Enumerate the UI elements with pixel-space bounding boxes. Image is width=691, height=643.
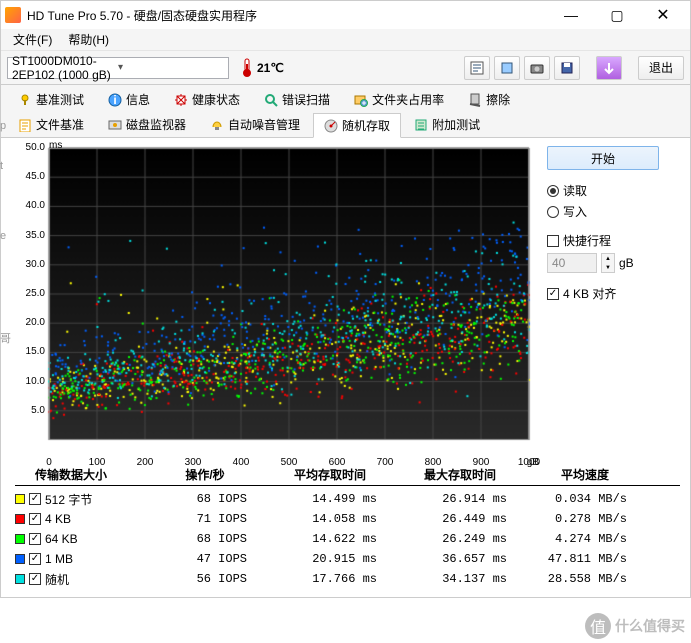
tab-icon xyxy=(264,93,278,107)
mode-radio-group: 读取 写入 xyxy=(547,182,659,220)
write-radio[interactable]: 写入 xyxy=(547,203,659,220)
temperature-display: 21℃ xyxy=(241,58,284,78)
tab-icon xyxy=(414,118,428,132)
series-color-swatch xyxy=(15,534,25,544)
side-panel: 开始 读取 写入 快捷行程 40 ▲▼ gB ✓4 KB 对齐 xyxy=(543,142,663,454)
menu-file[interactable]: 文件(F) xyxy=(5,31,60,48)
watermark: 值 什么值得买 xyxy=(585,613,685,639)
tab-2[interactable]: 健康状态 xyxy=(163,87,251,112)
series-color-swatch xyxy=(15,514,25,524)
tab-icon xyxy=(108,118,122,132)
tab-0[interactable]: 基准测试 xyxy=(7,87,95,112)
tab-bar: 基准测试i信息健康状态错误扫描文件夹占用率擦除 文件基准磁盘监视器自动噪音管理随… xyxy=(1,85,690,138)
radio-icon xyxy=(547,206,559,218)
tab-icon xyxy=(18,93,32,107)
maximize-button[interactable]: ▢ xyxy=(594,1,640,29)
tab-icon xyxy=(174,93,188,107)
app-icon xyxy=(5,7,21,23)
checkbox-checked-icon[interactable]: ✓ xyxy=(29,533,41,545)
chevron-down-icon: ▾ xyxy=(118,62,224,73)
drive-select[interactable]: ST1000DM010-2EP102 (1000 gB) ▾ xyxy=(7,57,229,79)
watermark-icon: 值 xyxy=(585,613,611,639)
edge-crop-p: p xyxy=(0,120,6,132)
table-row: ✓随机56 IOPS17.766 ms34.137 ms28.558 MB/s xyxy=(15,569,680,589)
latency-scatter-chart xyxy=(15,142,535,454)
table-header: 传输数据大小操作/秒平均存取时间最大存取时间平均速度 xyxy=(15,466,680,486)
x-axis-unit: gB xyxy=(527,457,539,468)
titlebar: HD Tune Pro 5.70 - 硬盘/固态硬盘实用程序 ― ▢ ✕ xyxy=(1,1,690,29)
tab-icon xyxy=(18,118,32,132)
thermometer-icon xyxy=(241,58,253,78)
spinner-buttons: ▲▼ xyxy=(601,253,615,273)
tab2-2[interactable]: 自动噪音管理 xyxy=(199,112,311,137)
table-row: ✓512 字节68 IOPS14.499 ms26.914 ms0.034 MB… xyxy=(15,489,680,509)
tab-5[interactable]: 擦除 xyxy=(457,87,521,112)
series-color-swatch xyxy=(15,494,25,504)
read-radio[interactable]: 读取 xyxy=(547,182,659,199)
table-row: ✓64 KB68 IOPS14.622 ms26.249 ms4.274 MB/… xyxy=(15,529,680,549)
temperature-value: 21℃ xyxy=(257,61,284,75)
content-area: ms 5.010.015.020.025.030.035.040.045.050… xyxy=(1,138,690,462)
tab2-4[interactable]: 附加测试 xyxy=(403,112,491,137)
edge-crop-b: 哥 xyxy=(0,330,11,346)
watermark-text: 什么值得买 xyxy=(615,616,685,636)
edge-crop-e: e xyxy=(0,230,6,242)
menubar: 文件(F) 帮助(H) xyxy=(1,29,690,51)
drive-select-value: ST1000DM010-2EP102 (1000 gB) xyxy=(12,54,118,82)
tab-icon: i xyxy=(108,93,122,107)
copy-info-button[interactable] xyxy=(464,56,490,80)
edge-crop-t: t xyxy=(0,160,3,172)
tab2-1[interactable]: 磁盘监视器 xyxy=(97,112,197,137)
toolbar: ST1000DM010-2EP102 (1000 gB) ▾ 21℃ 退出 xyxy=(1,51,690,85)
checkbox-checked-icon[interactable]: ✓ xyxy=(29,573,41,585)
chart-area: ms 5.010.015.020.025.030.035.040.045.050… xyxy=(15,142,535,454)
tab-icon xyxy=(324,119,338,133)
start-button[interactable]: 开始 xyxy=(547,146,659,170)
close-button[interactable]: ✕ xyxy=(640,1,686,29)
options-button[interactable] xyxy=(596,56,622,80)
checkbox-checked-icon[interactable]: ✓ xyxy=(29,553,41,565)
app-window: HD Tune Pro 5.70 - 硬盘/固态硬盘实用程序 ― ▢ ✕ 文件(… xyxy=(0,0,691,598)
series-color-swatch xyxy=(15,574,25,584)
series-color-swatch xyxy=(15,554,25,564)
tab-3[interactable]: 错误扫描 xyxy=(253,87,341,112)
results-table: 传输数据大小操作/秒平均存取时间最大存取时间平均速度 ✓512 字节68 IOP… xyxy=(15,466,680,589)
fast-checkbox[interactable]: 快捷行程 xyxy=(547,232,659,249)
tab-1[interactable]: i信息 xyxy=(97,87,161,112)
tab-icon xyxy=(354,93,368,107)
tab2-0[interactable]: 文件基准 xyxy=(7,112,95,137)
y-axis-unit: ms xyxy=(49,140,62,151)
minimize-button[interactable]: ― xyxy=(548,1,594,29)
fast-unit: gB xyxy=(619,256,634,270)
tab-icon xyxy=(210,118,224,132)
checkbox-checked-icon: ✓ xyxy=(547,288,559,300)
tab-icon xyxy=(468,93,482,107)
copy-screenshot-button[interactable] xyxy=(494,56,520,80)
align-checkbox[interactable]: ✓4 KB 对齐 xyxy=(547,285,659,302)
tab2-3[interactable]: 随机存取 xyxy=(313,113,401,138)
tab-4[interactable]: 文件夹占用率 xyxy=(343,87,455,112)
radio-selected-icon xyxy=(547,185,559,197)
checkbox-icon xyxy=(547,235,559,247)
fast-value-input: 40 xyxy=(547,253,597,273)
checkbox-checked-icon[interactable]: ✓ xyxy=(29,513,41,525)
table-row: ✓4 KB71 IOPS14.058 ms26.449 ms0.278 MB/s xyxy=(15,509,680,529)
menu-help[interactable]: 帮助(H) xyxy=(60,31,117,48)
screenshot-button[interactable] xyxy=(524,56,550,80)
save-button[interactable] xyxy=(554,56,580,80)
svg-text:i: i xyxy=(113,93,116,107)
checkbox-checked-icon[interactable]: ✓ xyxy=(29,493,41,505)
window-title: HD Tune Pro 5.70 - 硬盘/固态硬盘实用程序 xyxy=(27,7,548,24)
exit-button[interactable]: 退出 xyxy=(638,56,684,80)
table-row: ✓1 MB47 IOPS20.915 ms36.657 ms47.811 MB/… xyxy=(15,549,680,569)
